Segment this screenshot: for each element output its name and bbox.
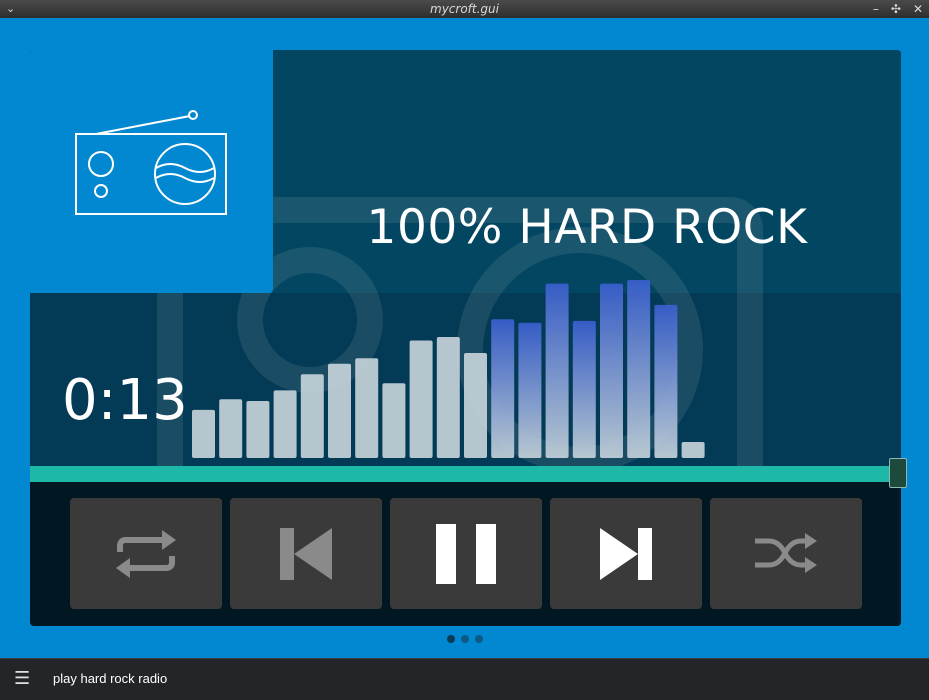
next-button[interactable]: [550, 498, 702, 609]
playback-controls: [30, 482, 901, 626]
pause-icon: [436, 523, 496, 584]
page-dot[interactable]: [475, 635, 483, 643]
minimize-icon[interactable]: –: [873, 0, 879, 18]
progress-fill: [30, 466, 901, 482]
player-card: 100% HARD ROCK 0:13: [30, 50, 901, 626]
skip-previous-icon: [280, 527, 332, 580]
progress-bar[interactable]: [30, 466, 901, 482]
pin-icon[interactable]: ✣: [891, 0, 901, 18]
skip-next-icon: [600, 527, 652, 580]
spectrum-bar: [355, 358, 379, 458]
spectrum-bar: [681, 442, 705, 458]
repeat-icon: [116, 529, 176, 578]
spectrum-bar: [518, 322, 542, 458]
spectrum-bar: [409, 340, 433, 458]
spectrum-bar: [192, 409, 215, 458]
shuffle-icon: [755, 532, 817, 573]
shuffle-button[interactable]: [710, 498, 862, 609]
spectrum-bar: [382, 383, 406, 458]
spectrum-bar: [545, 283, 569, 458]
previous-button[interactable]: [230, 498, 382, 609]
spectrum-bar: [464, 353, 487, 458]
window-titlebar: ⌄ mycroft.gui – ✣ ✕: [0, 0, 929, 18]
page-dot[interactable]: [461, 635, 469, 643]
close-icon[interactable]: ✕: [913, 0, 923, 18]
bottom-bar: ☰ play hard rock radio: [0, 658, 929, 700]
seek-handle[interactable]: [889, 458, 907, 488]
spectrum-bar: [436, 337, 460, 458]
spectrum-bar: [627, 280, 651, 458]
spectrum-bar: [328, 363, 351, 458]
repeat-button[interactable]: [70, 498, 222, 609]
spectrum-bar: [246, 401, 270, 458]
spectrum-bar: [491, 319, 515, 458]
spectrum-bar: [572, 320, 596, 458]
spectrum-bar: [300, 374, 324, 458]
spectrum-bar: [273, 390, 297, 458]
page-indicator: [447, 635, 483, 643]
window-title: mycroft.gui: [430, 2, 499, 16]
hamburger-menu-icon[interactable]: ☰: [14, 670, 30, 688]
spectrum-bar: [600, 283, 623, 458]
utterance-text: play hard rock radio: [53, 671, 168, 686]
spectrum-bar: [219, 399, 243, 458]
page-dot[interactable]: [447, 635, 455, 643]
pause-button[interactable]: [390, 498, 542, 609]
spectrum-bar: [654, 304, 678, 458]
